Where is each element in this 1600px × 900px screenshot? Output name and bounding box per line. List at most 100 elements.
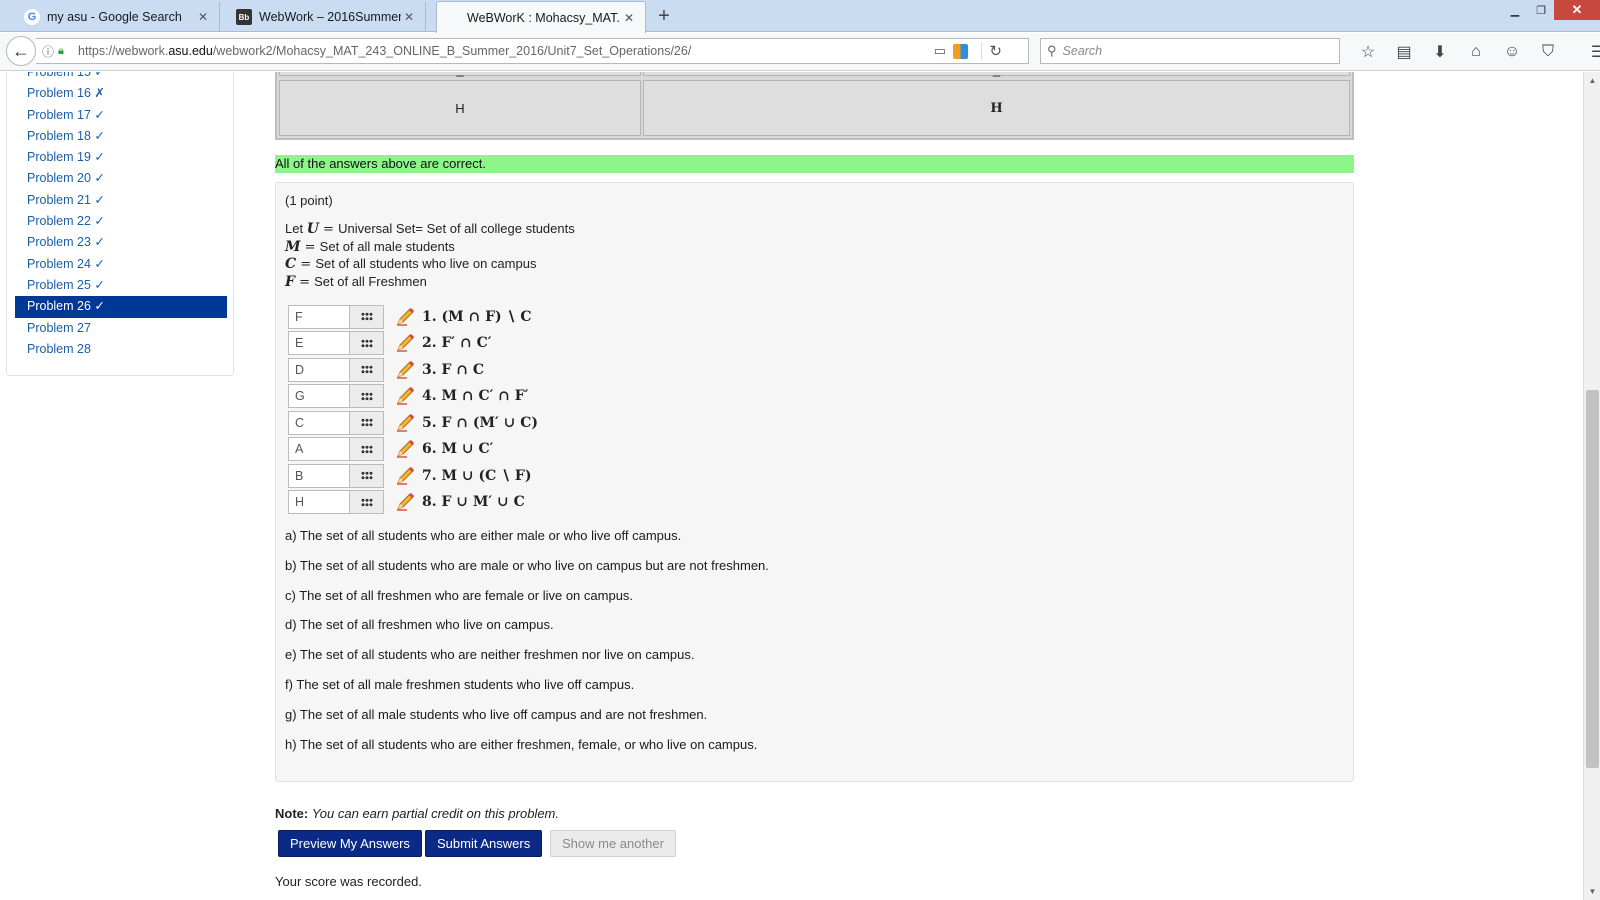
- pencil-icon[interactable]: [394, 359, 416, 381]
- answer-row: 2. F′ ∩ C′: [288, 331, 491, 356]
- answer-input[interactable]: [288, 410, 350, 435]
- pencil-icon[interactable]: [394, 438, 416, 460]
- sidebar-item-problem[interactable]: Problem 21 ✓: [15, 190, 227, 211]
- close-tab-icon[interactable]: ✕: [401, 10, 417, 24]
- sidebar-item-problem[interactable]: Problem 28: [15, 339, 227, 360]
- pocket-icon[interactable]: ⛉: [1530, 41, 1566, 63]
- score-recorded-text: Your score was recorded.: [275, 874, 422, 889]
- sidebar-item-problem[interactable]: Problem 15 ✓: [15, 72, 227, 83]
- choice-description: g) The set of all male students who live…: [285, 706, 708, 722]
- answer-input[interactable]: [288, 304, 350, 329]
- definition-text: Set of all students who live on campus: [315, 256, 537, 271]
- answer-input[interactable]: [288, 437, 350, 461]
- equation-editor-icon[interactable]: [350, 384, 384, 408]
- maximize-icon[interactable]: ❐: [1528, 0, 1554, 20]
- scroll-up-icon[interactable]: ▲: [1584, 72, 1600, 89]
- url-text: https://webwork.asu.edu/webwork2/Mohacsy…: [78, 44, 692, 58]
- addon-icon[interactable]: [953, 43, 968, 59]
- preview-answers-button[interactable]: Preview My Answers: [278, 830, 422, 857]
- set-variable: C: [285, 256, 297, 272]
- answer-row: 6. M ∪ C′: [288, 437, 493, 462]
- browser-tab-webwork[interactable]: WeBWorK : Mohacsy_MAT... ✕: [436, 1, 646, 33]
- show-another-button[interactable]: Show me another: [550, 830, 676, 857]
- equation-editor-icon[interactable]: [350, 357, 384, 382]
- definition-text: =: [318, 222, 339, 237]
- choice-description: f) The set of all male freshmen students…: [285, 677, 635, 692]
- close-tab-icon[interactable]: ✕: [195, 10, 211, 24]
- answer-row: 3. F ∩ C: [288, 357, 484, 382]
- set-expression-label: 5. F ∩ (M′ ∪ C): [422, 414, 538, 431]
- sidebar-item-problem[interactable]: Problem 26 ✓: [15, 296, 227, 318]
- answer-input[interactable]: [288, 463, 350, 488]
- sidebar-item-problem[interactable]: Problem 17 ✓: [15, 105, 227, 126]
- close-window-icon[interactable]: ✕: [1554, 0, 1600, 20]
- bookmarks-list-icon[interactable]: ▤: [1386, 41, 1422, 63]
- equation-editor-icon[interactable]: [350, 331, 384, 355]
- answer-input[interactable]: [288, 357, 350, 382]
- page-scrollbar[interactable]: ▲ ▼: [1583, 72, 1600, 900]
- pencil-icon[interactable]: [394, 412, 416, 434]
- sidebar-item-problem[interactable]: Problem 19 ✓: [15, 147, 227, 168]
- choice-description: c) The set of all freshmen who are femal…: [285, 587, 634, 603]
- scroll-thumb[interactable]: [1586, 390, 1599, 768]
- submit-answers-button[interactable]: Submit Answers: [425, 830, 543, 857]
- browser-tab-blackboard[interactable]: Bb WebWork – 2016SummerB... ✕: [226, 2, 426, 32]
- scroll-down-icon[interactable]: ▼: [1584, 883, 1600, 900]
- sidebar-item-problem[interactable]: Problem 22 ✓: [15, 211, 227, 232]
- browser-search-input[interactable]: ⚲ Search: [1040, 38, 1340, 64]
- info-icon[interactable]: ⓘ: [42, 43, 58, 60]
- pencil-icon[interactable]: [394, 306, 416, 328]
- tab-title: WeBWorK : Mohacsy_MAT...: [467, 10, 621, 25]
- chat-icon[interactable]: ☺: [1494, 41, 1530, 63]
- back-arrow-icon[interactable]: ←: [6, 36, 36, 66]
- sidebar-item-problem[interactable]: Problem 27: [15, 318, 227, 339]
- bookmark-star-icon[interactable]: ☆: [1350, 41, 1386, 63]
- answer-input[interactable]: [288, 490, 350, 514]
- partial-credit-note: Note: You can earn partial credit on thi…: [275, 806, 559, 821]
- reload-icon[interactable]: ↻: [989, 42, 1002, 60]
- answer-input[interactable]: [288, 331, 350, 355]
- menu-icon[interactable]: ☰: [1580, 41, 1600, 63]
- definition-text: =: [294, 275, 315, 290]
- download-icon[interactable]: ⬇: [1422, 41, 1458, 63]
- definition-text: Let: [285, 221, 307, 236]
- home-icon[interactable]: ⌂: [1458, 41, 1494, 63]
- set-definition: C = Set of all students who live on camp…: [285, 256, 536, 272]
- google-favicon-icon: G: [24, 9, 40, 25]
- pencil-icon[interactable]: [394, 491, 416, 513]
- problem-list-sidebar: Problem 15 ✓ Problem 16 ✗ Problem 17 ✓ Prob…: [6, 72, 234, 376]
- reader-view-icon[interactable]: ▭: [934, 43, 946, 59]
- equation-editor-icon[interactable]: [350, 490, 384, 514]
- browser-nav-bar: ← ⓘ 🔒︎ https://webwork.asu.edu/webwork2/…: [0, 33, 1600, 71]
- new-tab-button[interactable]: +: [652, 3, 676, 29]
- equation-editor-icon[interactable]: [350, 410, 384, 435]
- set-expression-label: 4. M ∩ C′ ∩ F′: [422, 388, 529, 404]
- pencil-icon[interactable]: [394, 465, 416, 487]
- window-controls: ▁ ❐ ✕: [1502, 0, 1600, 20]
- pencil-icon[interactable]: [394, 332, 416, 354]
- toolbar-icons: ☆ ▤ ⬇ ⌂ ☺ ⛉ ☰: [1350, 41, 1600, 63]
- close-tab-icon[interactable]: ✕: [621, 11, 637, 25]
- equation-editor-icon[interactable]: [350, 437, 384, 461]
- address-bar[interactable]: ⓘ 🔒︎ https://webwork.asu.edu/webwork2/Mo…: [36, 38, 1029, 64]
- set-definition: F = Set of all Freshmen: [285, 274, 427, 290]
- answer-row: 7. M ∪ (C ∖ F): [288, 463, 531, 488]
- set-variable: U: [306, 221, 319, 237]
- tab-title: my asu - Google Search: [47, 10, 182, 24]
- browser-tab-google[interactable]: G my asu - Google Search ✕: [14, 2, 220, 32]
- choice-description: h) The set of all students who are eithe…: [285, 736, 758, 752]
- sidebar-item-problem[interactable]: Problem 16 ✗: [15, 83, 227, 104]
- answer-input[interactable]: [288, 384, 350, 408]
- sidebar-item-problem[interactable]: Problem 24 ✓: [15, 254, 227, 275]
- equation-editor-icon[interactable]: [350, 463, 384, 488]
- minimize-icon[interactable]: ▁: [1502, 0, 1528, 20]
- sidebar-item-problem[interactable]: Problem 20 ✓: [15, 168, 227, 189]
- set-variable: M: [285, 239, 301, 255]
- pencil-icon[interactable]: [394, 385, 416, 407]
- answer-row: 1. (M ∩ F) ∖ C: [288, 304, 531, 329]
- sidebar-item-problem[interactable]: Problem 18 ✓: [15, 126, 227, 147]
- point-value: (1 point): [285, 193, 333, 208]
- sidebar-item-problem[interactable]: Problem 25 ✓: [15, 275, 227, 296]
- equation-editor-icon[interactable]: [350, 304, 384, 329]
- sidebar-item-problem[interactable]: Problem 23 ✓: [15, 232, 227, 253]
